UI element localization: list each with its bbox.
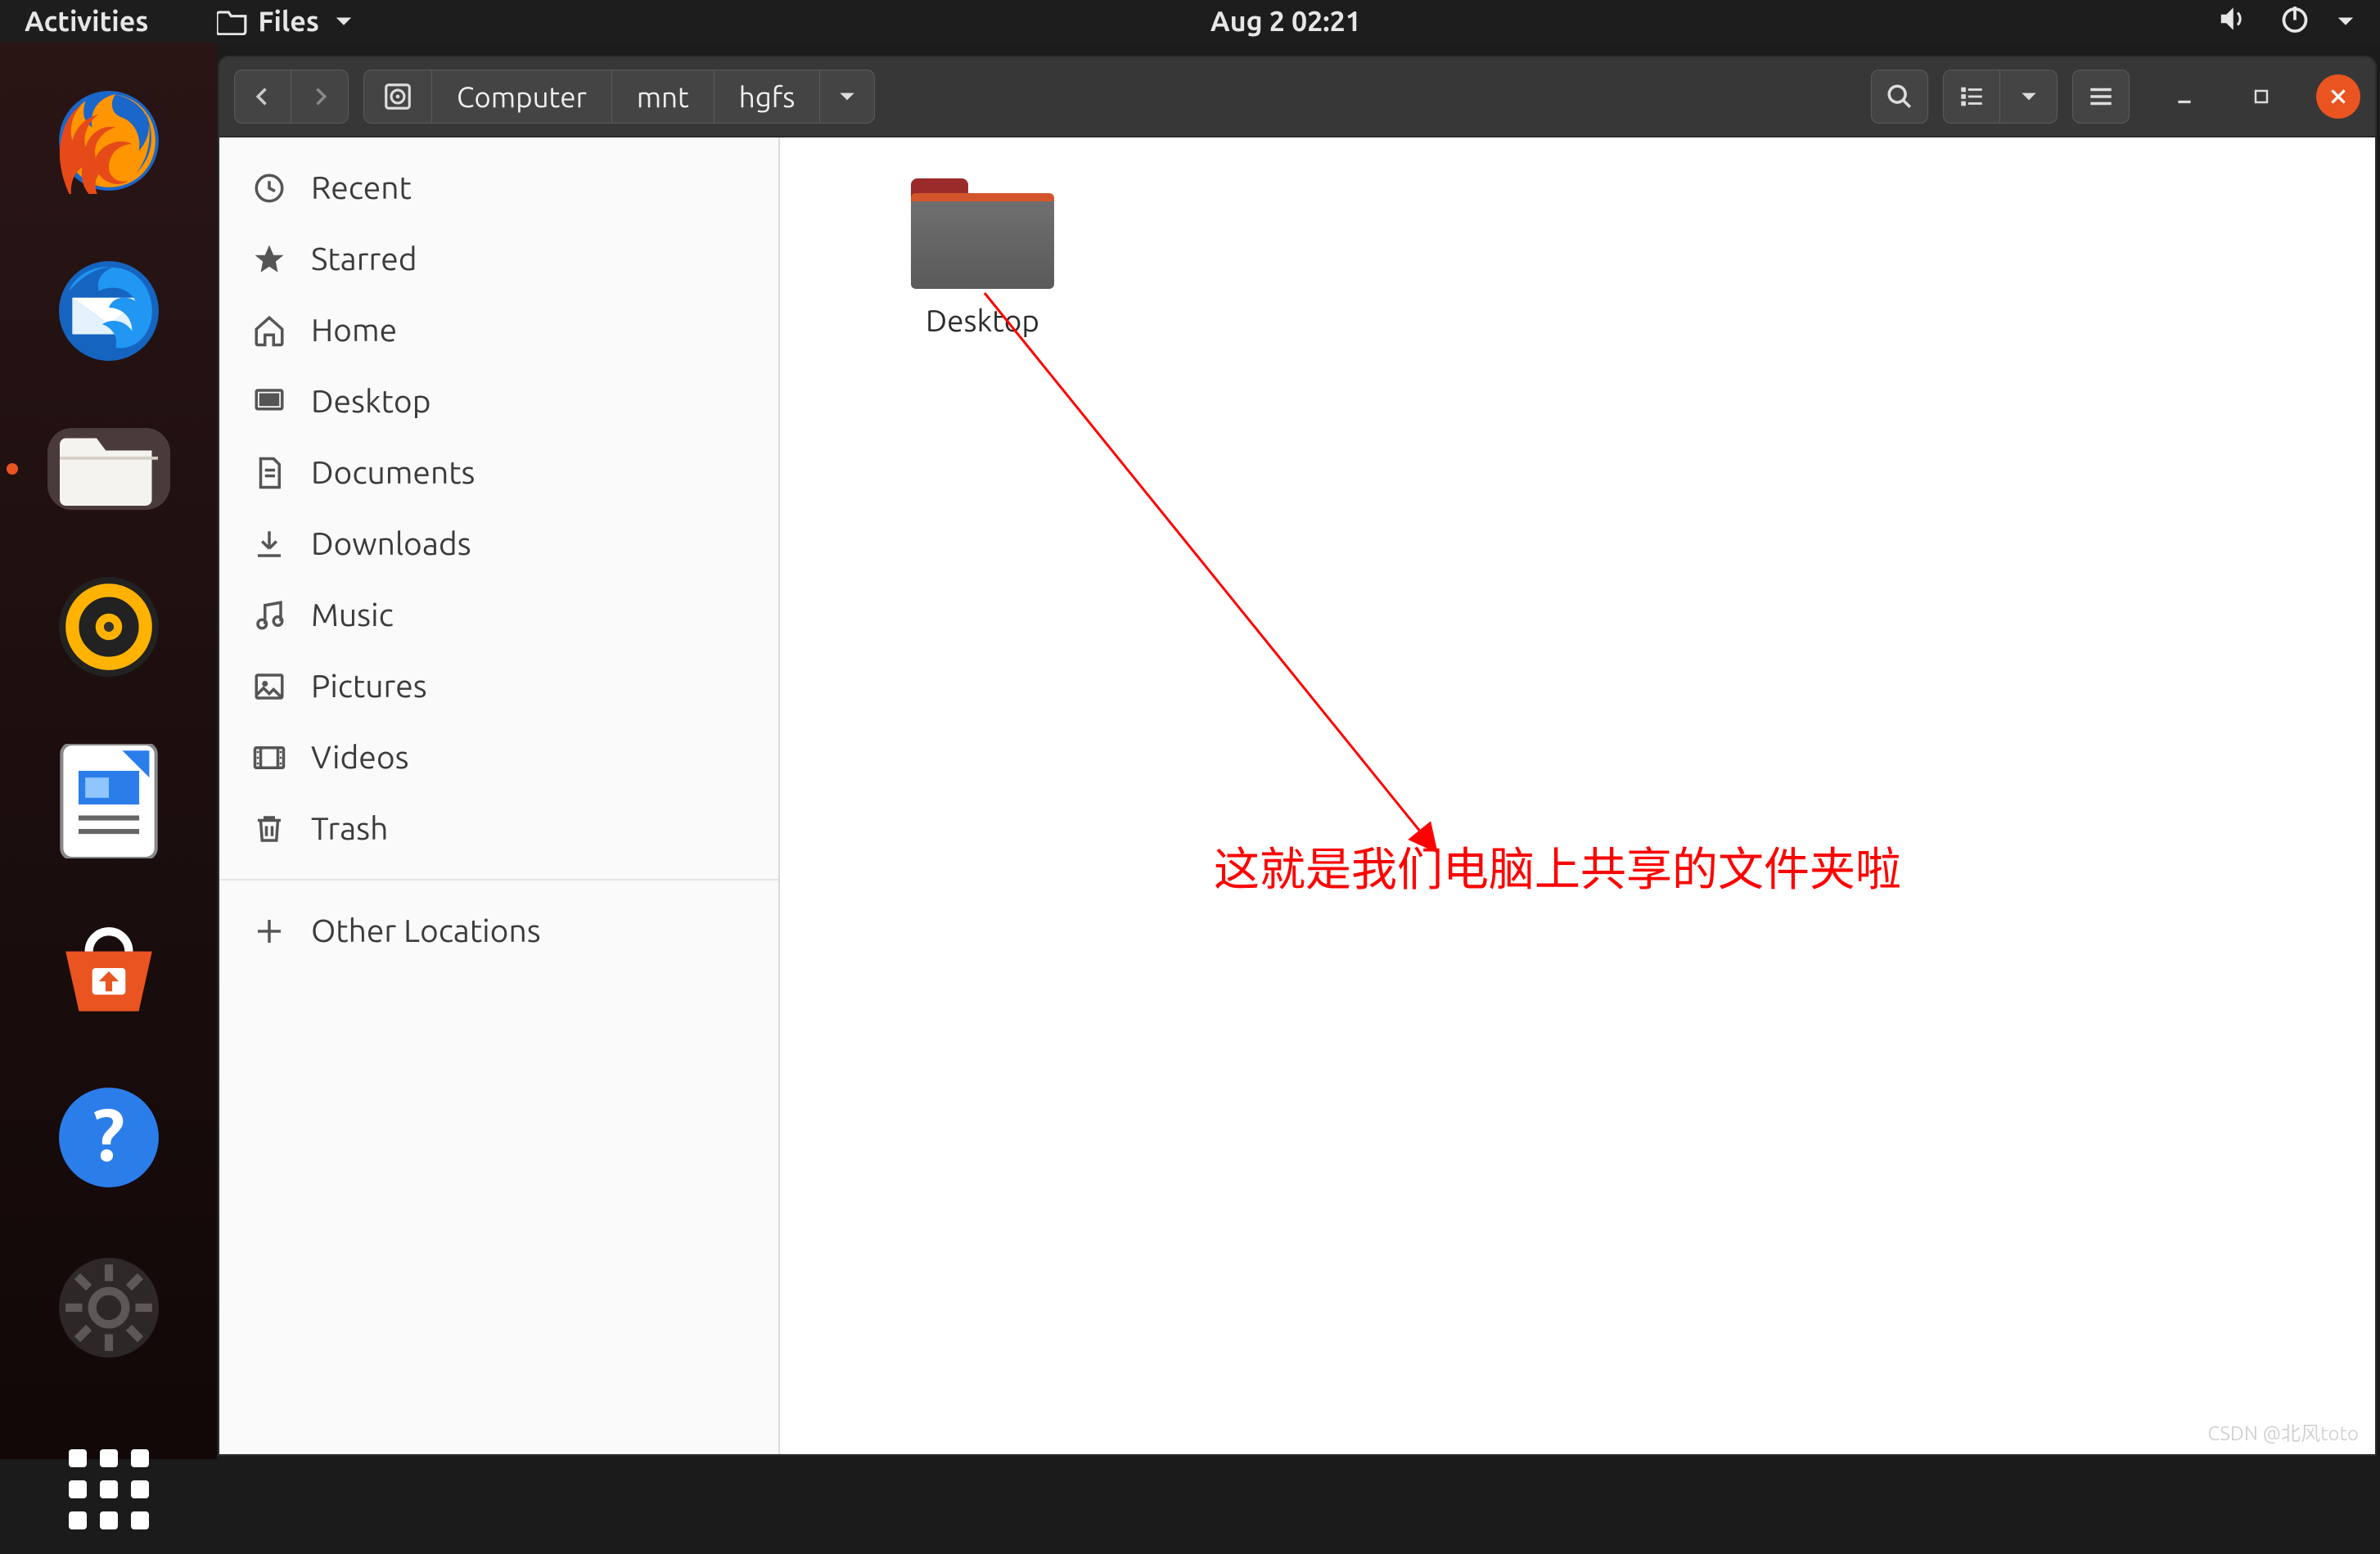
sidebar-label: Other Locations (311, 913, 541, 948)
pathbar-menu-button[interactable] (820, 70, 875, 124)
annotation-text: 这就是我们电脑上共享的文件夹啦 (1214, 833, 1901, 899)
music-icon (252, 598, 286, 633)
search-button[interactable] (1871, 70, 1928, 124)
sidebar-label: Desktop (311, 384, 431, 419)
sidebar-item-recent[interactable]: Recent (219, 152, 778, 223)
dock-libreoffice-writer[interactable] (47, 744, 170, 858)
forward-button[interactable] (291, 70, 349, 124)
chevron-left-icon (251, 85, 274, 108)
hamburger-menu-button[interactable] (2072, 70, 2130, 124)
view-options-button[interactable] (2000, 70, 2058, 124)
sidebar-item-desktop[interactable]: Desktop (219, 366, 778, 437)
hamburger-icon (2087, 83, 2115, 110)
sidebar-item-home[interactable]: Home (219, 295, 778, 366)
window-close-button[interactable] (2316, 74, 2360, 119)
sidebar-label: Starred (311, 241, 417, 277)
chevron-right-icon (309, 85, 331, 108)
pathbar-root-icon[interactable] (363, 70, 432, 124)
pictures-icon (252, 669, 286, 704)
view-controls (1943, 70, 2058, 124)
folder-label: Desktop (926, 304, 1039, 337)
sidebar-label: Home (311, 313, 397, 348)
chevron-down-icon (2018, 86, 2040, 107)
maximize-icon (2252, 87, 2271, 106)
window-minimize-button[interactable] (2162, 74, 2206, 119)
status-menu[interactable] (2208, 4, 2365, 39)
dock-thunderbird[interactable] (47, 258, 170, 364)
dock-rhythmbox[interactable] (47, 574, 170, 680)
dock: ? (0, 43, 217, 1459)
home-icon (252, 313, 286, 348)
sidebar-label: Music (311, 597, 394, 633)
sidebar-item-starred[interactable]: Starred (219, 223, 778, 295)
volume-icon (2218, 4, 2247, 39)
pathbar-segment-hgfs[interactable]: hgfs (714, 70, 821, 124)
folder-icon (911, 178, 1054, 289)
sidebar-separator (219, 879, 778, 881)
dock-firefox[interactable] (47, 88, 170, 194)
places-sidebar: Recent Starred Home Desktop Documents Do… (219, 137, 780, 1454)
sidebar-label: Videos (311, 740, 409, 775)
dock-help[interactable]: ? (47, 1084, 170, 1191)
disk-icon (382, 81, 413, 112)
sidebar-item-pictures[interactable]: Pictures (219, 651, 778, 722)
annotation-arrow-icon (968, 277, 1476, 866)
pathbar-segment-computer[interactable]: Computer (432, 70, 612, 124)
sidebar-label: Downloads (311, 526, 471, 561)
chevron-down-icon (2336, 6, 2355, 37)
star-icon (252, 242, 286, 277)
chevron-down-icon (334, 6, 354, 37)
dock-settings[interactable] (47, 1254, 170, 1361)
window-maximize-button[interactable] (2239, 74, 2283, 119)
downloads-icon (252, 527, 286, 561)
watermark: CSDN @北风toto (2207, 1417, 2359, 1446)
running-indicator-icon (7, 463, 18, 475)
nav-buttons (234, 70, 349, 124)
sidebar-item-music[interactable]: Music (219, 579, 778, 651)
window-body: Recent Starred Home Desktop Documents Do… (219, 137, 2375, 1454)
documents-icon (252, 456, 286, 490)
sidebar-label: Trash (311, 811, 388, 846)
desktop-icon (252, 385, 286, 419)
dock-ubuntu-software[interactable] (47, 922, 170, 1020)
files-window: Computer mnt hgfs (218, 56, 2377, 1456)
app-menu[interactable]: Files (207, 6, 363, 37)
view-list-button[interactable] (1943, 70, 2000, 124)
folder-desktop[interactable]: Desktop (895, 170, 1071, 345)
plus-icon (252, 914, 286, 948)
headerbar: Computer mnt hgfs (219, 57, 2375, 137)
minimize-icon (2174, 86, 2195, 107)
folder-icon (217, 7, 248, 35)
recent-icon (252, 171, 286, 205)
svg-text:?: ? (92, 1092, 124, 1174)
sidebar-item-downloads[interactable]: Downloads (219, 508, 778, 579)
trash-icon (252, 812, 286, 846)
activities-button[interactable]: Activities (15, 6, 158, 37)
search-icon (1886, 83, 1913, 110)
pathbar-segment-mnt[interactable]: mnt (612, 70, 714, 124)
dock-files[interactable] (47, 428, 170, 510)
sidebar-item-videos[interactable]: Videos (219, 722, 778, 793)
videos-icon (252, 741, 286, 775)
power-icon (2280, 4, 2310, 39)
list-view-icon (1958, 83, 1986, 110)
sidebar-item-trash[interactable]: Trash (219, 793, 778, 864)
folder-view[interactable]: Desktop 这就是我们电脑上共享的文件夹啦 CSDN @北风toto (780, 137, 2375, 1454)
sidebar-item-documents[interactable]: Documents (219, 437, 778, 508)
chevron-down-icon (836, 86, 858, 107)
gnome-topbar: Activities Files Aug 2 02:21 (0, 0, 2380, 43)
sidebar-label: Recent (311, 170, 412, 205)
sidebar-label: Pictures (311, 669, 427, 704)
back-button[interactable] (234, 70, 291, 124)
sidebar-label: Documents (311, 455, 475, 490)
close-icon (2328, 86, 2349, 107)
app-menu-label: Files (258, 6, 319, 37)
activities-label: Activities (25, 6, 148, 37)
clock-label[interactable]: Aug 2 02:21 (1201, 6, 1371, 37)
pathbar: Computer mnt hgfs (363, 70, 875, 124)
show-apps-button[interactable] (44, 1425, 174, 1554)
sidebar-item-other-locations[interactable]: Other Locations (219, 895, 778, 966)
